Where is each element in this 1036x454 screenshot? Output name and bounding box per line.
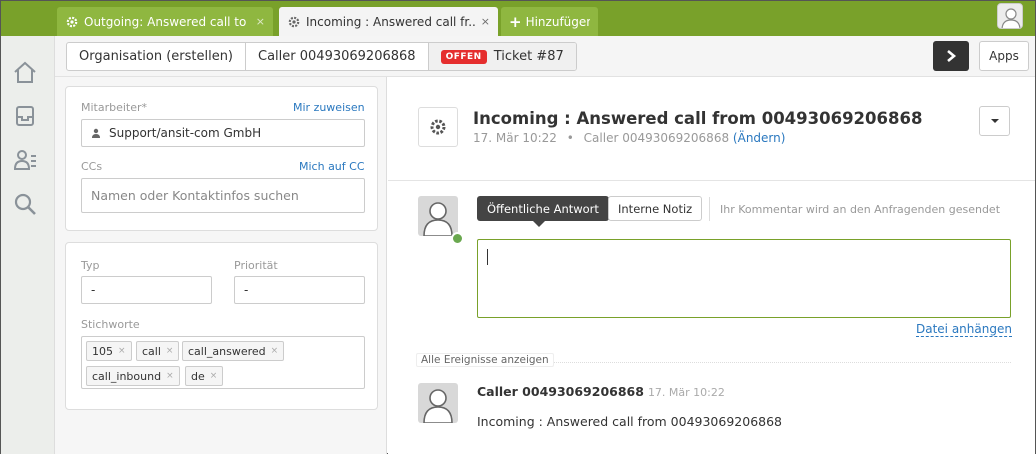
type-select[interactable]: - <box>81 276 212 304</box>
show-all-events-button[interactable]: Alle Ereignisse anzeigen <box>416 353 554 367</box>
ccs-label: CCs <box>81 160 103 173</box>
assignment-card: Mitarbeiter* Mir zuweisen Support/ansit-… <box>65 86 378 231</box>
tag-text: 105 <box>92 344 113 358</box>
tab-label: Hinzufügen <box>525 14 590 29</box>
message-author: Caller 00493069206868 17. Mär 10:22 <box>477 384 725 399</box>
tag-item[interactable]: call_inbound × <box>86 366 180 386</box>
tab-label: Outgoing: Answered call to ... <box>84 14 250 29</box>
chevron-right-icon <box>947 50 957 62</box>
author-name: Caller 00493069206868 <box>477 384 644 399</box>
next-ticket-button[interactable] <box>933 41 969 71</box>
remove-icon[interactable]: × <box>166 346 174 356</box>
tab-incoming-call[interactable]: Incoming : Answered call fr... × <box>279 7 498 36</box>
ticket-meta: 17. Mär 10:22 • Caller 00493069206868 (Ä… <box>473 131 785 145</box>
message-body: Incoming : Answered call from 0049306920… <box>477 414 783 429</box>
agent-value: Support/ansit-com GmbH <box>109 126 262 140</box>
ticket-source-icon <box>418 107 458 147</box>
status-badge: OFFEN <box>440 49 487 64</box>
tab-label: Incoming : Answered call fr... <box>306 14 475 29</box>
search-icon[interactable] <box>12 191 38 217</box>
ticket-number: Ticket #87 <box>493 49 564 64</box>
person-icon <box>418 383 458 423</box>
tag-text: de <box>191 369 205 383</box>
breadcrumb-ticket[interactable]: OFFEN Ticket #87 <box>428 43 576 70</box>
cc-me-link[interactable]: Mich auf CC <box>299 160 365 173</box>
caret-down-icon <box>990 119 999 123</box>
tags-field[interactable]: 105 × call × call_answered × call_inbound × … <box>81 336 365 389</box>
remove-icon[interactable]: × <box>271 346 279 356</box>
gear-icon <box>430 119 446 135</box>
apps-button[interactable]: Apps <box>979 41 1029 71</box>
remove-icon[interactable]: × <box>166 371 174 381</box>
online-status-icon <box>451 232 464 245</box>
ticket-content: Incoming : Answered call from 0049306920… <box>388 77 1035 454</box>
close-icon[interactable]: × <box>256 15 265 28</box>
attach-file-link[interactable]: Datei anhängen <box>916 322 1012 337</box>
remove-icon[interactable]: × <box>210 371 218 381</box>
gear-icon <box>288 16 300 27</box>
remove-icon[interactable]: × <box>118 346 126 356</box>
change-requester-link[interactable]: (Ändern) <box>733 131 786 145</box>
user-avatar[interactable] <box>997 3 1023 29</box>
person-icon <box>418 196 458 236</box>
gear-icon <box>66 16 78 27</box>
message-time: 17. Mär 10:22 <box>647 386 725 399</box>
breadcrumb: Organisation (erstellen) Caller 00493069… <box>66 42 577 71</box>
tags-label: Stichworte <box>81 318 140 331</box>
customers-icon[interactable] <box>12 147 38 173</box>
comment-editor[interactable] <box>477 239 1011 318</box>
inbox-icon[interactable] <box>12 103 38 129</box>
tag-item[interactable]: 105 × <box>86 341 132 361</box>
agent-field[interactable]: Support/ansit-com GmbH <box>81 119 365 147</box>
caller-avatar <box>418 383 458 423</box>
ticket-header-bar: Organisation (erstellen) Caller 00493069… <box>55 36 1035 77</box>
tag-text: call <box>142 344 161 358</box>
meta-separator: • <box>566 131 574 145</box>
properties-card: Typ - Priorität - Stichworte 105 × call × … <box>65 242 378 410</box>
plus-icon: + <box>509 12 522 31</box>
public-reply-button[interactable]: Öffentliche Antwort <box>477 196 609 227</box>
cc-search-input[interactable]: Namen oder Kontaktinfos suchen <box>81 178 365 213</box>
ticket-requester: Caller 00493069206868 <box>583 131 730 145</box>
priority-select[interactable]: - <box>234 276 365 304</box>
ticket-date: 17. Mär 10:22 <box>473 131 557 145</box>
person-icon <box>998 4 1022 28</box>
type-label: Typ <box>81 259 100 272</box>
assign-me-link[interactable]: Mir zuweisen <box>293 101 365 114</box>
breadcrumb-caller[interactable]: Caller 00493069206868 <box>246 43 429 70</box>
top-bar: Outgoing: Answered call to ... × Incomin… <box>1 1 1035 36</box>
ticket-actions-dropdown[interactable] <box>979 106 1010 136</box>
ticket-attributes-pane: Mitarbeiter* Mir zuweisen Support/ansit-… <box>55 77 387 454</box>
tab-outgoing-call[interactable]: Outgoing: Answered call to ... × <box>57 7 273 36</box>
text-cursor <box>487 249 488 265</box>
user-icon <box>92 128 100 138</box>
breadcrumb-organisation[interactable]: Organisation (erstellen) <box>67 43 247 70</box>
navigation-sidebar <box>1 36 55 454</box>
compose-hint: Ihr Kommentar wird an den Anfragenden ge… <box>709 197 1000 221</box>
tag-item[interactable]: call × <box>136 341 180 361</box>
tag-item[interactable]: call_answered × <box>182 341 285 361</box>
agent-avatar <box>418 196 458 236</box>
tag-text: call_inbound <box>92 369 162 383</box>
tag-item[interactable]: de × <box>185 366 224 386</box>
ticket-title-area: Incoming : Answered call from 0049306920… <box>388 77 1035 181</box>
tab-add-button[interactable]: + Hinzufügen <box>501 7 598 36</box>
priority-label: Priorität <box>234 259 278 272</box>
home-icon[interactable] <box>12 59 38 85</box>
ticket-title: Incoming : Answered call from 0049306920… <box>473 109 923 128</box>
internal-note-button[interactable]: Interne Notiz <box>608 196 703 221</box>
agent-label: Mitarbeiter* <box>81 101 148 114</box>
tag-text: call_answered <box>188 344 266 358</box>
close-icon[interactable]: × <box>481 15 490 28</box>
